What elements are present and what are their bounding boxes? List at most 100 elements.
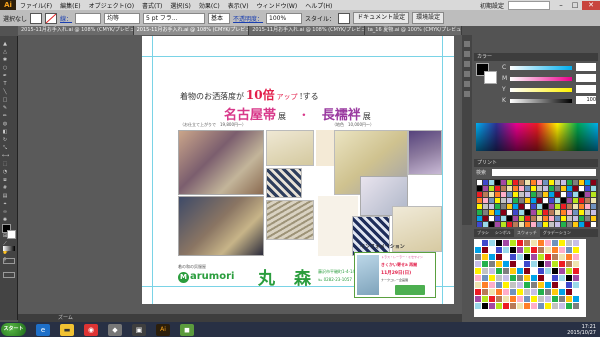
swatch-cell[interactable] — [573, 303, 579, 309]
swatch-cell[interactable] — [531, 261, 537, 267]
eyedropper-tool-icon[interactable]: ⌖ — [2, 201, 8, 207]
brush-select[interactable]: 5 pt フラ... — [143, 12, 206, 24]
swatch-cell[interactable] — [513, 186, 518, 191]
swatch-cell[interactable] — [559, 303, 565, 309]
swatch-cell[interactable] — [549, 192, 554, 197]
swatch-cell[interactable] — [517, 289, 523, 295]
swatch-cell[interactable] — [483, 204, 488, 209]
swatch-cell[interactable] — [559, 282, 565, 288]
swatch-cell[interactable] — [545, 240, 551, 246]
yellow-value-field[interactable] — [576, 85, 596, 93]
swatch-cell[interactable] — [501, 198, 506, 203]
swatch-cell[interactable] — [475, 254, 481, 260]
swatch-cell[interactable] — [489, 275, 495, 281]
swatch-cell[interactable] — [475, 275, 481, 281]
swatch-cell[interactable] — [524, 296, 530, 302]
swatch-cell[interactable] — [501, 180, 506, 185]
swatch-cell[interactable] — [495, 222, 500, 227]
swatch-cell[interactable] — [477, 186, 482, 191]
swatch-cell[interactable] — [579, 216, 584, 221]
type-tool-icon[interactable]: T — [2, 81, 8, 87]
swatch-cell[interactable] — [519, 210, 524, 215]
swatch-cell[interactable] — [531, 186, 536, 191]
swatch-cell[interactable] — [543, 222, 548, 227]
swatch-cell[interactable] — [531, 254, 537, 260]
swatch-cell[interactable] — [513, 198, 518, 203]
swatch-cell[interactable] — [545, 289, 551, 295]
swatch-cell[interactable] — [477, 204, 482, 209]
swatch-cell[interactable] — [561, 198, 566, 203]
variable-width-select[interactable]: 均等 — [104, 12, 141, 24]
swatch-cell[interactable] — [496, 303, 502, 309]
swatch-cell[interactable] — [524, 240, 530, 246]
swatch-cell[interactable] — [477, 192, 482, 197]
swatch-cell[interactable] — [573, 210, 578, 215]
swatch-cell[interactable] — [489, 296, 495, 302]
swatch-cell[interactable] — [503, 303, 509, 309]
swatch-cell[interactable] — [513, 192, 518, 197]
swatch-cell[interactable] — [585, 222, 590, 227]
swatch-cell[interactable] — [579, 222, 584, 227]
mesh-tool-icon[interactable]: # — [2, 185, 8, 191]
color-spectrum[interactable] — [476, 123, 598, 151]
swatch-cell[interactable] — [566, 303, 572, 309]
swatch-cell[interactable] — [507, 198, 512, 203]
layers-panel-icon[interactable] — [464, 91, 470, 97]
search-input[interactable] — [508, 0, 550, 10]
chrome-icon[interactable]: ◉ — [84, 323, 98, 336]
swatch-cell[interactable] — [559, 261, 565, 267]
pencil-tool-icon[interactable]: ✏ — [2, 113, 8, 119]
swatch-cell[interactable] — [503, 282, 509, 288]
program-icon[interactable]: ◆ — [108, 323, 122, 336]
swatch-cell[interactable] — [579, 198, 584, 203]
draw-mode-icon[interactable] — [3, 258, 15, 264]
gradient-mode-icon[interactable] — [3, 246, 15, 251]
graphic-style-select[interactable]: 基本 — [208, 12, 231, 24]
swatch-cell[interactable] — [537, 216, 542, 221]
swatch-cell[interactable] — [567, 222, 572, 227]
swatch-cell[interactable] — [531, 216, 536, 221]
swatch-cell[interactable] — [538, 275, 544, 281]
swatch-cell[interactable] — [538, 247, 544, 253]
swatch-cell[interactable] — [591, 192, 596, 197]
swatch-cell[interactable] — [501, 222, 506, 227]
swatch-cell[interactable] — [543, 204, 548, 209]
swatch-cell[interactable] — [538, 268, 544, 274]
swatch-cell[interactable] — [496, 254, 502, 260]
swatch-cell[interactable] — [573, 186, 578, 191]
swatch-cell[interactable] — [510, 282, 516, 288]
swatch-cell[interactable] — [475, 261, 481, 267]
menu-object[interactable]: オブジェクト(O) — [89, 1, 134, 10]
swatch-cell[interactable] — [538, 303, 544, 309]
swatch-cell[interactable] — [538, 282, 544, 288]
swatch-cell[interactable] — [567, 192, 572, 197]
illustrator-icon[interactable]: Ai — [156, 323, 170, 336]
swatch-cell[interactable] — [482, 261, 488, 267]
swatch-cell[interactable] — [591, 216, 596, 221]
swatch-cell[interactable] — [531, 268, 537, 274]
swatch-cell[interactable] — [545, 282, 551, 288]
swatch-cell[interactable] — [510, 296, 516, 302]
opacity-link[interactable]: 不透明度： — [233, 14, 263, 23]
swatch-cell[interactable] — [510, 247, 516, 253]
swatch-cell[interactable] — [531, 247, 537, 253]
swatch-cell[interactable] — [566, 268, 572, 274]
doc-tab[interactable]: 2015-11月お手入れ.ai @ 108% (CMYK/プレビュー) — [249, 26, 364, 35]
swatch-cell[interactable] — [489, 268, 495, 274]
swatch-cell[interactable] — [585, 180, 590, 185]
swatch-cell[interactable] — [552, 296, 558, 302]
swatch-cell[interactable] — [545, 296, 551, 302]
swatch-cell[interactable] — [567, 216, 572, 221]
menu-select[interactable]: 選択(S) — [170, 1, 191, 10]
swatch-cell[interactable] — [524, 282, 530, 288]
magic-wand-tool-icon[interactable]: ✱ — [2, 57, 8, 63]
swatch-cell[interactable] — [555, 210, 560, 215]
swatch-cell[interactable] — [495, 192, 500, 197]
swatch-cell[interactable] — [483, 198, 488, 203]
swatch-cell[interactable] — [475, 282, 481, 288]
swatch-cell[interactable] — [525, 186, 530, 191]
start-button[interactable]: スタート — [1, 323, 26, 336]
swatch-cell[interactable] — [519, 222, 524, 227]
swatch-cell[interactable] — [517, 303, 523, 309]
swatch-cell[interactable] — [475, 247, 481, 253]
